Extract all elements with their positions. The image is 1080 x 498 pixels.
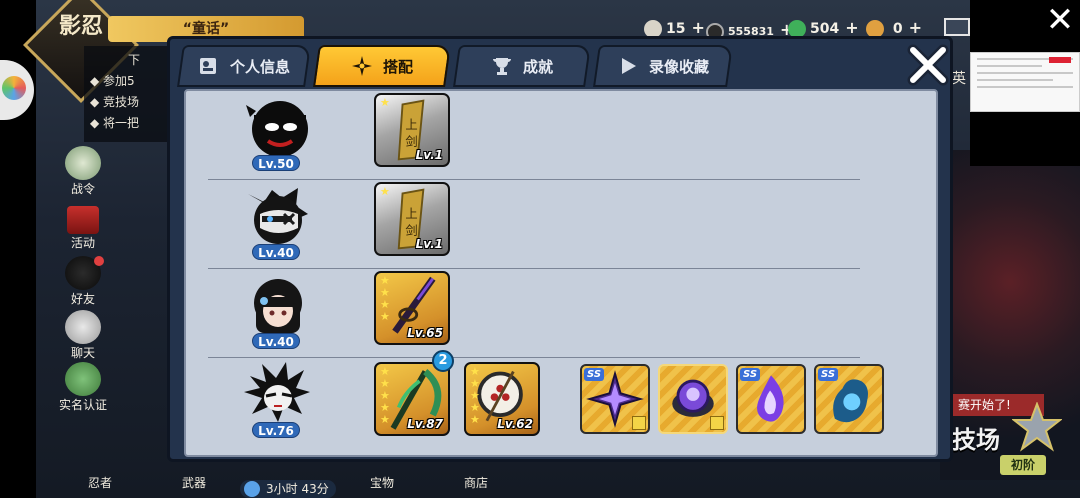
- tab-achievements[interactable]: 成就: [453, 45, 591, 87]
- battle-pass-icon: [65, 146, 101, 180]
- timer: 3小时 43分: [240, 480, 336, 498]
- tab-label: 成就: [522, 57, 553, 76]
- weapon-slot[interactable]: ★ ★ ★ ★ ★ Lv.87: [374, 362, 450, 436]
- side-button-events[interactable]: 活动: [50, 206, 116, 251]
- torii-gate-icon: [67, 206, 99, 234]
- weapon-level: Lv.1: [415, 148, 443, 162]
- quest-item: ◆ 参加5: [90, 74, 135, 88]
- clock-icon: [244, 481, 260, 497]
- side-text: 英: [952, 71, 966, 87]
- close-icon[interactable]: [904, 41, 952, 89]
- ninja-level: Lv.50: [252, 155, 300, 171]
- quest-item: ◆ 将一把: [90, 116, 140, 130]
- loadout-panel: Lv.50 上 剑 ★ Lv.1 Lv.40 上 剑 ★ Lv.1 Lv.40 …: [184, 89, 938, 457]
- weapon-level: Lv.62: [497, 417, 533, 431]
- weapon-level: Lv.65: [407, 326, 443, 340]
- nav-shop[interactable]: 商店: [446, 474, 506, 491]
- ninja-level: Lv.40: [252, 333, 300, 349]
- tab-loadout[interactable]: 搭配: [313, 45, 451, 87]
- side-button-chat[interactable]: 聊天: [50, 310, 116, 361]
- kunoichi-avatar: [254, 279, 302, 333]
- stickman-ninja-avatar: [246, 101, 308, 157]
- nav-treasure[interactable]: 宝物: [352, 474, 412, 491]
- weapon-slot[interactable]: ★ ★ ★ ★ Lv.65: [374, 271, 450, 345]
- shuriken-icon: [351, 56, 372, 76]
- tab-replays[interactable]: 录像收藏: [593, 45, 733, 87]
- upgrade-count-badge: 2: [432, 350, 454, 372]
- skill-corner-icon: [710, 416, 724, 430]
- tab-profile[interactable]: 个人信息: [177, 45, 311, 87]
- rank-badge: 初阶: [1000, 455, 1046, 475]
- nav-weapons[interactable]: 武器: [164, 474, 224, 491]
- skill-slot[interactable]: SS: [814, 364, 884, 434]
- white-hair-ninja-avatar: [244, 362, 310, 422]
- pip-video-window[interactable]: [970, 52, 1080, 112]
- ninja-level: Lv.40: [252, 244, 300, 260]
- notification-dot: [94, 256, 104, 266]
- skill-grade-badge: SS: [818, 368, 839, 381]
- rank-star-icon: [1012, 402, 1062, 452]
- tab-label: 录像收藏: [648, 57, 709, 76]
- play-icon: [621, 58, 636, 74]
- skill-corner-icon: [632, 416, 646, 430]
- svg-text:剑: 剑: [405, 134, 417, 149]
- side-button-verify[interactable]: 实名认证: [50, 362, 116, 413]
- weapon-slot[interactable]: 上 剑 ★ Lv.1: [374, 182, 450, 256]
- close-pip-icon[interactable]: ✕: [1040, 2, 1080, 38]
- skill-slot[interactable]: SS: [736, 364, 806, 434]
- game-screen: 影忍 “童话” 下 ◆ 参加5 ◆ 竞技场 ◆ 将一把 战令 活动 好友 聊天 …: [0, 0, 1080, 498]
- quest-item: ◆ 竞技场: [90, 95, 140, 109]
- side-button-battle-pass[interactable]: 战令: [50, 146, 116, 197]
- chat-icon: [65, 310, 101, 344]
- weapon-slot[interactable]: ★ ★ ★ ★ ★ Lv.62: [464, 362, 540, 436]
- verify-icon: [65, 362, 101, 396]
- star-rating: ★: [380, 185, 390, 198]
- mail-icon[interactable]: [944, 18, 970, 36]
- svg-text:上: 上: [405, 118, 417, 132]
- side-button-friends[interactable]: 好友: [50, 256, 116, 307]
- profile-card-icon: [199, 58, 216, 74]
- game-logo-text: 影忍: [58, 13, 103, 39]
- pip-overlay-bottom: [970, 112, 1080, 166]
- star-rating: ★: [380, 96, 390, 109]
- nav-ninja[interactable]: 忍者: [70, 474, 130, 491]
- ninja-row[interactable]: Lv.76 ★ ★ ★ ★ ★ Lv.87 2 ★ ★ ★ ★ ★ Lv.62 …: [208, 350, 884, 447]
- ninja-row[interactable]: Lv.40 上 剑 ★ Lv.1: [208, 180, 860, 269]
- loadout-modal: 个人信息 搭配 成就 录像收藏 Lv.50 上 剑 ★ Lv.1 Lv.40 上…: [167, 36, 953, 462]
- star-rating: ★ ★ ★ ★ ★: [380, 365, 390, 426]
- weapon-slot[interactable]: 上 剑 ★ Lv.1: [374, 93, 450, 167]
- tab-label: 搭配: [382, 57, 413, 76]
- skill-slot[interactable]: SS: [580, 364, 650, 434]
- resource-gold[interactable]: 15 +: [644, 18, 705, 38]
- resource-keys[interactable]: 0 +: [866, 18, 922, 38]
- svg-text:上: 上: [405, 207, 417, 221]
- ninja-row[interactable]: Lv.40 ★ ★ ★ ★ Lv.65: [208, 269, 860, 358]
- ninja-level: Lv.76: [252, 422, 300, 438]
- arena-title[interactable]: 技场: [952, 420, 1000, 455]
- ninja-row[interactable]: Lv.50 上 剑 ★ Lv.1: [208, 91, 860, 180]
- masked-ninja-avatar: [248, 188, 308, 244]
- resource-gems[interactable]: 504 +: [788, 18, 859, 38]
- tab-label: 个人信息: [229, 57, 290, 76]
- trophy-icon: [492, 58, 511, 75]
- quest-header: 下: [127, 53, 140, 67]
- skill-grade-badge: SS: [584, 368, 605, 381]
- star-rating: ★ ★ ★ ★: [380, 274, 390, 323]
- pinwheel-icon: [2, 76, 26, 100]
- svg-text:剑: 剑: [405, 223, 417, 238]
- skill-grade-badge: SS: [740, 368, 761, 381]
- skill-slot[interactable]: [658, 364, 728, 434]
- pip-record-indicator: [1049, 57, 1071, 63]
- weapon-level: Lv.1: [415, 237, 443, 251]
- weapon-level: Lv.87: [407, 417, 443, 431]
- star-rating: ★ ★ ★ ★ ★: [470, 365, 480, 426]
